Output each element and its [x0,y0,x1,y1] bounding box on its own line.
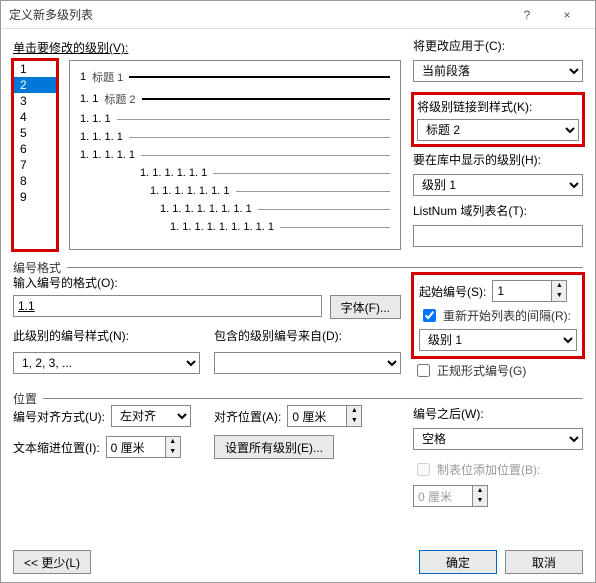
preview-line [280,227,390,228]
preview-row: 1. 1. 1. 1 [80,131,390,143]
preview-line [236,191,391,192]
link-style-select[interactable]: 标题 2 [417,119,579,141]
position-section: 位置 [13,390,43,407]
restart-after-select[interactable]: 级别 1 [419,329,577,351]
preview-line [142,98,390,100]
preview-row: 1. 1. 1. 1. 1. 1. 1. 1 [80,203,390,215]
align-label: 编号对齐方式(U): [13,408,105,425]
preview-line [129,76,390,78]
indent-at-label: 文本缩进位置(I): [13,439,100,456]
listnum-input[interactable] [413,225,583,247]
preview-row: 1 标题 1 [80,69,390,85]
preview-line [117,119,390,120]
level-item[interactable]: 4 [14,109,56,125]
titlebar: 定义新多级列表 ? × [1,1,595,29]
close-button[interactable]: × [547,1,587,29]
preview-number: 1. 1. 1. 1. 1 [80,149,135,161]
include-from-select[interactable] [214,352,401,374]
preview-number: 1. 1. 1. 1. 1. 1. 1 [150,185,230,197]
enter-format-label: 输入编号的格式(O): [13,274,401,291]
legal-checkbox[interactable]: 正规形式编号(G) [413,361,583,380]
level-item[interactable]: 6 [14,141,56,157]
preview-line [129,137,390,138]
ok-button[interactable]: 确定 [419,550,497,574]
number-format-input[interactable] [13,295,322,317]
add-tab-checkbox[interactable]: 制表位添加位置(B): [413,460,583,479]
follow-label: 编号之后(W): [413,405,583,422]
less-button[interactable]: << 更少(L) [13,550,91,574]
preview-label: 标题 2 [104,91,135,107]
set-all-levels-button[interactable]: 设置所有级别(E)... [214,435,334,459]
preview-number: 1. 1. 1. 1. 1. 1 [140,167,207,179]
preview-number: 1 [80,71,86,83]
start-at-input[interactable] [492,280,552,302]
dialog-title: 定义新多级列表 [9,6,507,23]
level-item[interactable]: 3 [14,93,56,109]
preview-line [258,209,390,210]
indent-at-input[interactable] [106,436,166,458]
level-item[interactable]: 8 [14,173,56,189]
cancel-button[interactable]: 取消 [505,550,583,574]
level-item[interactable]: 1 [14,61,56,77]
preview-row: 1. 1. 1. 1. 1. 1. 1. 1. 1 [80,221,390,233]
indent-at-spinner[interactable]: ▲▼ [166,436,181,458]
align-select[interactable]: 左对齐 [111,405,191,427]
restart-after-checkbox[interactable]: 重新开始列表的间隔(R): [419,306,577,325]
start-at-label: 起始编号(S): [419,283,486,300]
follow-select[interactable]: 空格 [413,428,583,450]
gallery-level-label: 要在库中显示的级别(H): [413,151,583,168]
preview-row: 1. 1. 1. 1. 1. 1. 1 [80,185,390,197]
preview-number: 1. 1 [80,93,98,105]
level-listbox[interactable]: 123456789 [13,60,57,250]
align-at-label: 对齐位置(A): [214,408,281,425]
preview-row: 1. 1 标题 2 [80,91,390,107]
include-from-label: 包含的级别编号来自(D): [214,327,401,344]
add-tab-input [413,485,473,507]
start-at-spinner[interactable]: ▲▼ [552,280,567,302]
number-format-section: 编号格式 [13,259,67,276]
preview-number: 1. 1. 1 [80,113,111,125]
help-button[interactable]: ? [507,1,547,29]
style-level-select[interactable]: 1, 2, 3, ... [13,352,200,374]
click-level-label: 单击要修改的级别(V): [13,39,401,56]
listnum-label: ListNum 域列表名(T): [413,202,583,219]
level-item[interactable]: 5 [14,125,56,141]
apply-to-label: 将更改应用于(C): [413,37,583,54]
preview-row: 1. 1. 1. 1. 1 [80,149,390,161]
level-item[interactable]: 2 [14,77,56,93]
apply-to-select[interactable]: 当前段落 [413,60,583,82]
font-button[interactable]: 字体(F)... [330,295,401,319]
align-at-spinner[interactable]: ▲▼ [347,405,362,427]
preview-line [213,173,390,174]
preview-label: 标题 1 [92,69,123,85]
preview-line [141,155,390,156]
preview-number: 1. 1. 1. 1. 1. 1. 1. 1 [160,203,252,215]
level-item[interactable]: 7 [14,157,56,173]
level-item[interactable]: 9 [14,189,56,205]
preview-row: 1. 1. 1. 1. 1. 1 [80,167,390,179]
gallery-level-select[interactable]: 级别 1 [413,174,583,196]
preview-row: 1. 1. 1 [80,113,390,125]
style-level-label: 此级别的编号样式(N): [13,327,200,344]
link-style-label: 将级别链接到样式(K): [417,98,579,115]
preview-pane: 1 标题 1 1. 1 标题 2 1. 1. 1 1. 1. 1. 1 1. 1. 1. 1… [69,60,401,250]
preview-number: 1. 1. 1. 1. 1. 1. 1. 1. 1 [170,221,274,233]
add-tab-spinner: ▲▼ [473,485,488,507]
dialog: 定义新多级列表 ? × 单击要修改的级别(V): 123456789 1标题 1… [0,0,596,583]
preview-number: 1. 1. 1. 1 [80,131,123,143]
align-at-input[interactable] [287,405,347,427]
